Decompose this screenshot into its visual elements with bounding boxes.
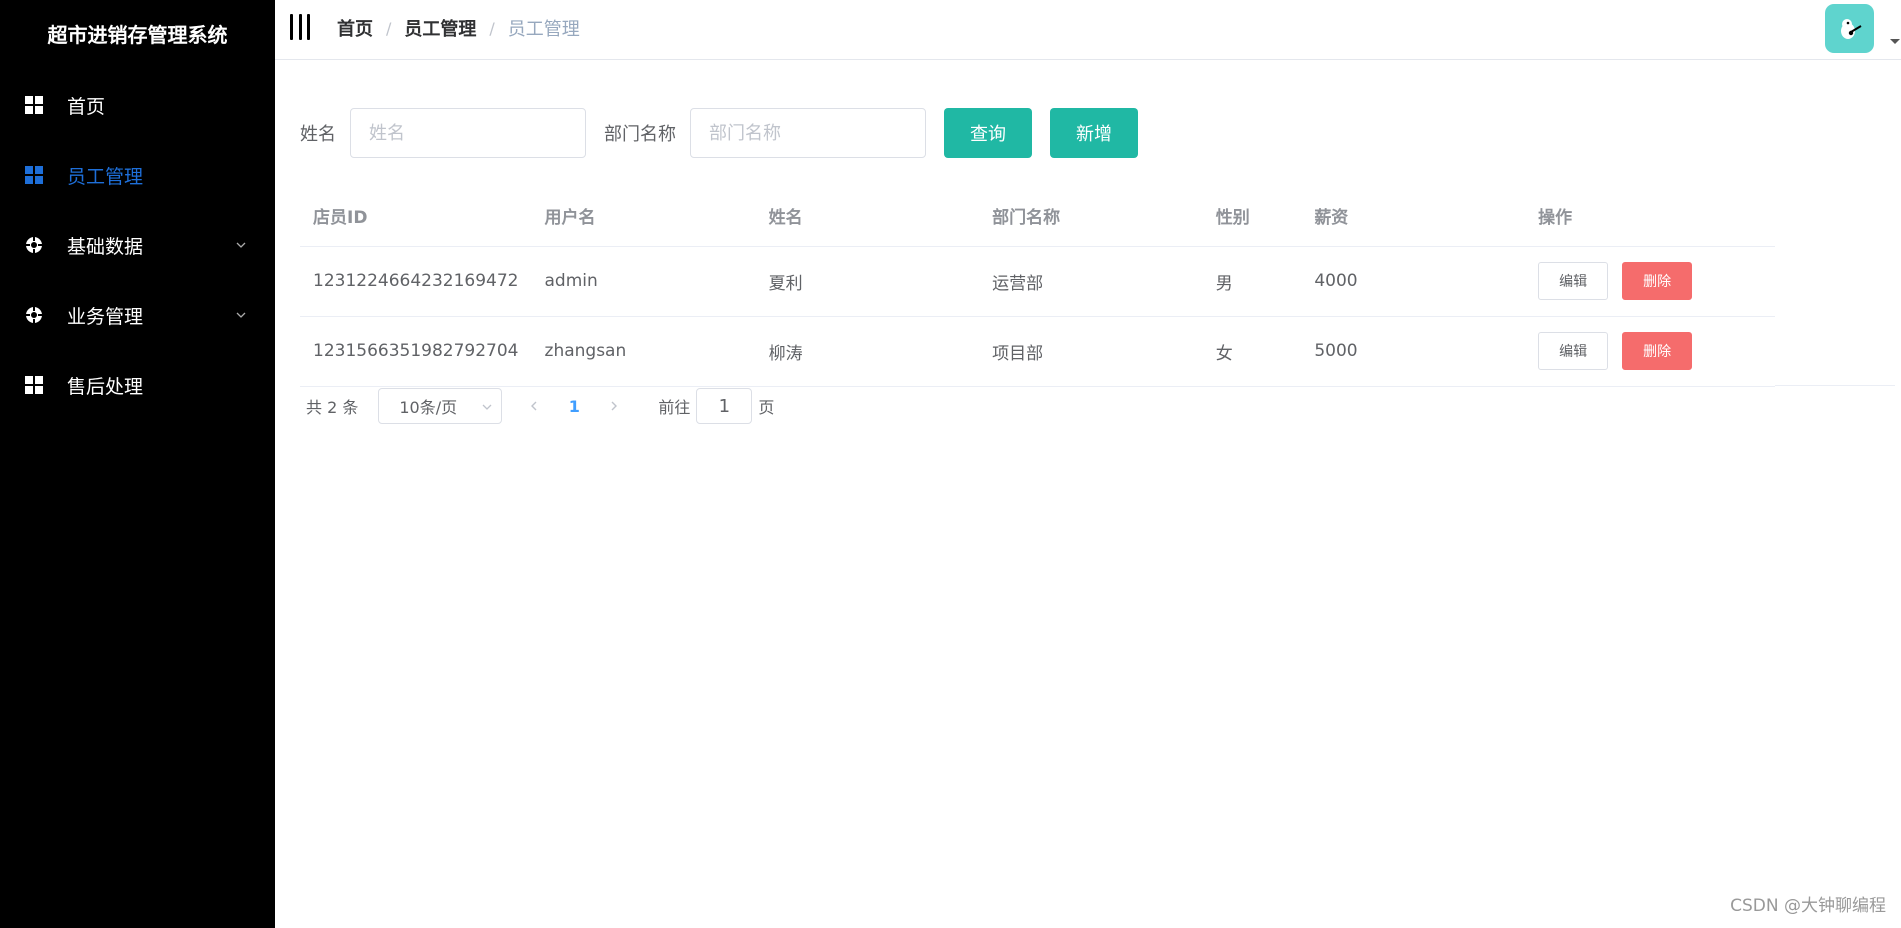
cell-dept: 项目部 xyxy=(979,316,1203,387)
breadcrumb-employee-mgmt[interactable]: 员工管理 xyxy=(404,15,476,41)
sidebar-item-label: 基础数据 xyxy=(67,235,144,258)
name-label: 姓名 xyxy=(300,124,336,145)
chevron-down-icon xyxy=(236,242,246,248)
prev-page-icon[interactable] xyxy=(522,388,546,424)
sidebar-item-label: 首页 xyxy=(67,95,106,118)
col-header-salary: 薪资 xyxy=(1301,186,1526,247)
query-button[interactable]: 查询 xyxy=(944,108,1032,158)
avatar-image-icon xyxy=(1840,18,1862,39)
sidebar-menu: 首页 员工管理 基础数据 业务管理 售后处理 xyxy=(0,70,275,420)
breadcrumb-home[interactable]: 首页 xyxy=(337,15,373,41)
delete-button[interactable]: 删除 xyxy=(1622,262,1693,300)
table-row: 1231566351982792704 zhangsan 柳涛 项目部 女 50… xyxy=(300,316,1775,387)
dept-input[interactable] xyxy=(690,108,926,158)
breadcrumb-separator: / xyxy=(386,18,392,38)
breadcrumb: 首页 / 员工管理 / 员工管理 xyxy=(337,0,580,56)
breadcrumb-current: 员工管理 xyxy=(507,19,580,40)
sidebar-item-label: 业务管理 xyxy=(67,305,144,328)
menu-toggle-icon[interactable] xyxy=(290,14,310,40)
sidebar-item-label: 员工管理 xyxy=(67,165,144,188)
sidebar-item-employee[interactable]: 员工管理 xyxy=(0,140,275,210)
cell-name: 夏利 xyxy=(755,246,980,317)
cell-dept: 运营部 xyxy=(979,246,1203,317)
edit-button[interactable]: 编辑 xyxy=(1538,262,1609,300)
pagination: 共 2 条 10条/页 1 前往 页 xyxy=(306,388,774,424)
grid-icon xyxy=(25,166,43,184)
sidebar-item-business[interactable]: 业务管理 xyxy=(0,280,275,350)
employee-table: 店员ID 用户名 姓名 部门名称 性别 薪资 操作 12312246642321… xyxy=(300,186,1775,387)
top-header: 首页 / 员工管理 / 员工管理 xyxy=(275,0,1901,60)
page-number[interactable]: 1 xyxy=(556,397,592,416)
page-size-value: 10条/页 xyxy=(399,398,458,417)
cell-name: 柳涛 xyxy=(755,316,980,387)
sidebar-item-after-sales[interactable]: 售后处理 xyxy=(0,350,275,420)
sidebar-item-label: 售后处理 xyxy=(67,375,144,398)
pagination-total: 共 2 条 xyxy=(306,398,359,417)
table-divider xyxy=(1775,385,1895,386)
delete-button[interactable]: 删除 xyxy=(1622,332,1693,370)
goto-page-input[interactable] xyxy=(696,388,753,424)
cell-salary: 4000 xyxy=(1301,246,1526,317)
search-form: 姓名 部门名称 查询 新增 xyxy=(300,108,1138,158)
col-header-username: 用户名 xyxy=(531,186,756,247)
sidebar-item-home[interactable]: 首页 xyxy=(0,70,275,140)
circle-cog-icon xyxy=(25,236,43,254)
grid-icon xyxy=(25,96,43,114)
cell-actions: 编辑 删除 xyxy=(1525,316,1775,387)
cell-username: admin xyxy=(531,246,756,317)
goto-prefix: 前往 xyxy=(658,398,691,417)
circle-cog-icon xyxy=(25,306,43,324)
breadcrumb-separator: / xyxy=(489,18,495,38)
avatar[interactable] xyxy=(1825,4,1874,53)
avatar-caret-icon[interactable] xyxy=(1890,39,1900,44)
cell-gender: 男 xyxy=(1202,246,1302,317)
chevron-down-icon xyxy=(236,312,246,318)
next-page-icon[interactable] xyxy=(602,388,626,424)
cell-staff-id: 1231224664232169472 xyxy=(300,246,532,317)
table-header-row: 店员ID 用户名 姓名 部门名称 性别 薪资 操作 xyxy=(300,186,1775,247)
table-row: 1231224664232169472 admin 夏利 运营部 男 4000 … xyxy=(300,246,1775,317)
watermark: CSDN @大钟聊编程 xyxy=(1730,896,1886,916)
col-header-gender: 性别 xyxy=(1202,186,1302,247)
edit-button[interactable]: 编辑 xyxy=(1538,332,1609,370)
col-header-staff-id: 店员ID xyxy=(300,186,532,247)
app-title: 超市进销存管理系统 xyxy=(47,23,228,47)
col-header-actions: 操作 xyxy=(1525,186,1775,247)
cell-gender: 女 xyxy=(1202,316,1302,387)
sidebar: 超市进销存管理系统 首页 员工管理 基础数据 业务管理 售后处理 xyxy=(0,0,275,928)
chevron-down-icon xyxy=(482,404,492,410)
cell-username: zhangsan xyxy=(531,316,756,387)
cell-salary: 5000 xyxy=(1301,316,1526,387)
goto-suffix: 页 xyxy=(758,398,775,417)
cell-staff-id: 1231566351982792704 xyxy=(300,316,532,387)
sidebar-item-basic-data[interactable]: 基础数据 xyxy=(0,210,275,280)
name-input[interactable] xyxy=(350,108,586,158)
grid-icon xyxy=(25,376,43,394)
cell-actions: 编辑 删除 xyxy=(1525,246,1775,317)
dept-label: 部门名称 xyxy=(604,124,676,145)
page-size-select[interactable]: 10条/页 xyxy=(378,388,503,424)
col-header-name: 姓名 xyxy=(755,186,980,247)
add-button[interactable]: 新增 xyxy=(1050,108,1138,158)
col-header-dept: 部门名称 xyxy=(979,186,1203,247)
